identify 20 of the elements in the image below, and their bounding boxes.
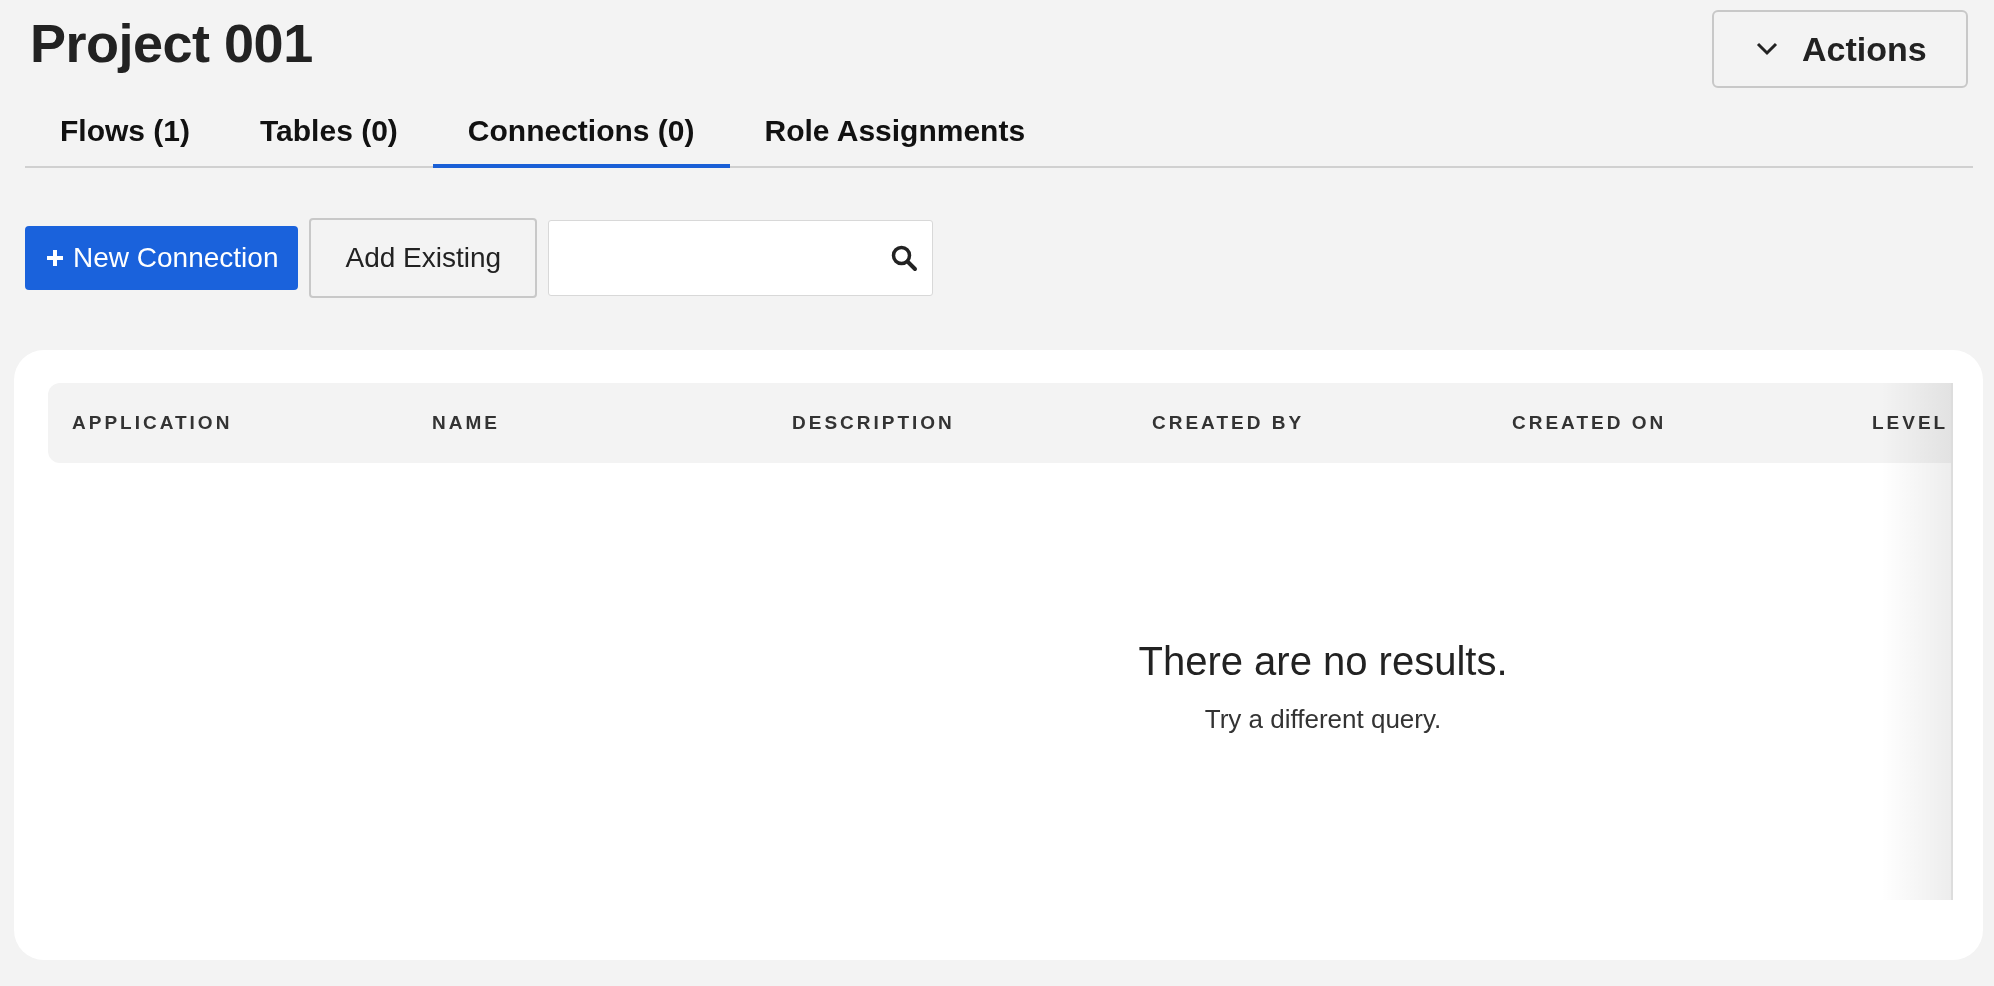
tab[interactable]: Tables (0) xyxy=(225,100,433,168)
tab[interactable]: Flows (1) xyxy=(25,100,225,168)
actions-button[interactable]: Actions xyxy=(1712,10,1968,88)
tab[interactable]: Connections (0) xyxy=(432,100,730,168)
page-title: Project 001 xyxy=(30,12,313,74)
column-header: NAME xyxy=(432,412,501,434)
column-header: CREATED ON xyxy=(1512,412,1668,434)
search-icon xyxy=(890,244,919,272)
new-connection-button[interactable]: New Connection xyxy=(25,226,299,290)
column-header: LEVEL xyxy=(1872,412,1950,434)
search-field[interactable] xyxy=(548,220,934,296)
column-header: CREATED BY xyxy=(1152,412,1306,434)
column-header: APPLICATION xyxy=(72,412,234,434)
column-header: DESCRIPTION xyxy=(792,412,956,434)
tab[interactable]: Role Assignments xyxy=(729,100,1061,168)
chevron-down-icon xyxy=(1756,42,1778,56)
empty-title: There are no results. xyxy=(1138,639,1508,684)
plus-icon xyxy=(45,248,65,268)
add-existing-button[interactable]: Add Existing xyxy=(309,218,538,298)
empty-hint: Try a different query. xyxy=(1204,704,1442,735)
